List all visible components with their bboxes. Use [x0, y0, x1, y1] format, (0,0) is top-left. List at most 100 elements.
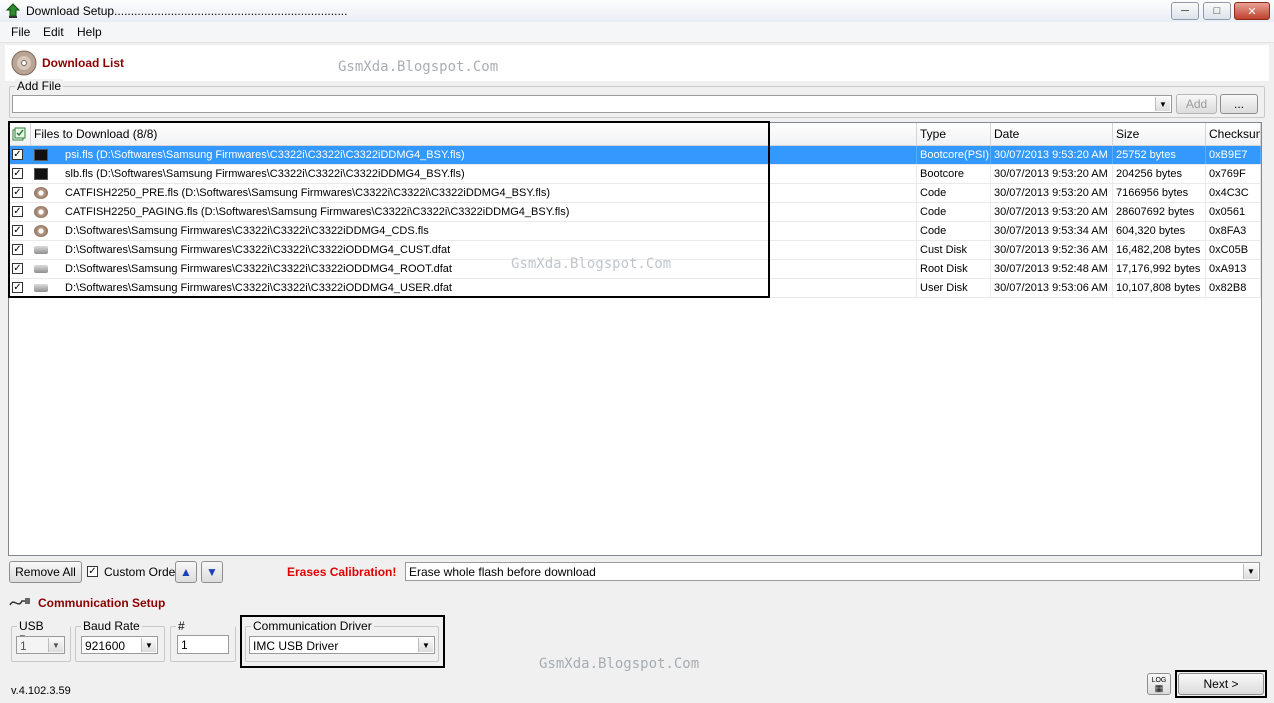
cell-checksum: 0x82B8 — [1206, 279, 1261, 297]
add-file-combo[interactable]: ▼ — [12, 95, 1172, 113]
cell-name: D:\Softwares\Samsung Firmwares\C3322i\C3… — [62, 222, 917, 240]
add-file-label: Add File — [15, 79, 64, 93]
cell-name: CATFISH2250_PAGING.fls (D:\Softwares\Sam… — [62, 203, 917, 221]
chevron-down-icon[interactable]: ▼ — [141, 638, 156, 652]
chevron-down-icon[interactable]: ▼ — [418, 638, 433, 652]
cell-size: 7166956 bytes — [1113, 184, 1206, 202]
channels-value: 1 — [181, 638, 188, 652]
menu-help[interactable]: Help — [77, 25, 102, 39]
maximize-button[interactable]: □ — [1203, 2, 1231, 20]
title-bar: Download Setup..........................… — [0, 0, 1274, 23]
cell-type: User Disk — [917, 279, 991, 297]
remove-all-button[interactable]: Remove All — [9, 561, 82, 583]
menu-file[interactable]: File — [11, 25, 30, 39]
row-checkbox[interactable]: ✓ — [12, 206, 23, 217]
column-type[interactable]: Type — [917, 123, 991, 145]
row-checkbox[interactable]: ✓ — [12, 187, 23, 198]
disc-icon — [34, 187, 48, 199]
drive-icon — [34, 265, 48, 273]
cell-name: slb.fls (D:\Softwares\Samsung Firmwares\… — [62, 165, 917, 183]
check-all-icon[interactable] — [12, 127, 26, 141]
column-files[interactable]: Files to Download (8/8) — [31, 123, 917, 145]
menu-bar: File Edit Help — [0, 22, 1274, 43]
communication-driver-select[interactable]: IMC USB Driver ▼ — [249, 636, 435, 654]
erases-calibration-warning: Erases Calibration! — [287, 565, 397, 579]
cell-date: 30/07/2013 9:53:20 AM — [991, 203, 1113, 221]
row-checkbox[interactable]: ✓ — [12, 168, 23, 179]
baud-rate-value: 921600 — [85, 639, 126, 653]
cell-size: 17,176,992 bytes — [1113, 260, 1206, 278]
chevron-down-icon[interactable]: ▼ — [1155, 97, 1170, 111]
baud-rate-label: Baud Rate — [81, 619, 142, 633]
cell-checksum: 0xB9E7 — [1206, 146, 1261, 164]
cell-type: Code — [917, 203, 991, 221]
files-list[interactable]: Files to Download (8/8) Type Date Size C… — [8, 122, 1262, 556]
custom-order-checkbox[interactable]: ✓ — [87, 566, 98, 577]
move-up-button[interactable]: ▲ — [175, 561, 197, 583]
cell-date: 30/07/2013 9:52:36 AM — [991, 241, 1113, 259]
cell-size: 25752 bytes — [1113, 146, 1206, 164]
cell-type: Bootcore — [917, 165, 991, 183]
baud-rate-select[interactable]: 921600 ▼ — [81, 636, 158, 654]
cell-size: 204256 bytes — [1113, 165, 1206, 183]
row-checkbox[interactable]: ✓ — [12, 244, 23, 255]
chevron-down-icon[interactable]: ▼ — [48, 638, 63, 652]
channels-input[interactable]: 1 — [177, 635, 229, 654]
version-label: v.4.102.3.59 — [11, 685, 71, 697]
table-row[interactable]: ✓ D:\Softwares\Samsung Firmwares\C3322i\C… — [9, 279, 1261, 298]
download-list-header-panel — [5, 45, 1269, 81]
cell-name: CATFISH2250_PRE.fls (D:\Softwares\Samsun… — [62, 184, 917, 202]
next-button[interactable]: Next > — [1178, 673, 1264, 695]
download-list-title: Download List — [42, 56, 124, 70]
window-title: Download Setup..........................… — [26, 4, 348, 18]
cell-type: Code — [917, 184, 991, 202]
browse-button[interactable]: ... — [1220, 94, 1258, 114]
close-icon: ✕ — [1247, 5, 1257, 18]
custom-order-label: Custom Order — [104, 565, 180, 579]
cell-name: D:\Softwares\Samsung Firmwares\C3322i\C3… — [62, 241, 917, 259]
table-row[interactable]: ✓ CATFISH2250_PRE.fls (D:\Softwares\Samsu… — [9, 184, 1261, 203]
column-checksum[interactable]: Checksum — [1206, 123, 1261, 145]
chevron-down-icon[interactable]: ▼ — [1243, 564, 1258, 579]
cell-date: 30/07/2013 9:53:20 AM — [991, 146, 1113, 164]
minimize-button[interactable]: ─ — [1171, 2, 1199, 20]
drive-icon — [34, 284, 48, 292]
log-button[interactable]: LOG ▦ — [1147, 673, 1171, 695]
cell-checksum: 0xC05B — [1206, 241, 1261, 259]
check-all-header[interactable] — [9, 123, 31, 145]
cell-date: 30/07/2013 9:53:34 AM — [991, 222, 1113, 240]
erase-option-value: Erase whole flash before download — [409, 565, 596, 579]
table-row[interactable]: ✓ CATFISH2250_PAGING.fls (D:\Softwares\Sa… — [9, 203, 1261, 222]
column-date[interactable]: Date — [991, 123, 1113, 145]
cell-type: Cust Disk — [917, 241, 991, 259]
table-row[interactable]: ✓ psi.fls (D:\Softwares\Samsung Firmwares… — [9, 146, 1261, 165]
row-checkbox[interactable]: ✓ — [12, 263, 23, 274]
usb-port-select[interactable]: 1 ▼ — [16, 636, 65, 654]
menu-edit[interactable]: Edit — [43, 25, 64, 39]
drive-icon — [34, 246, 48, 254]
watermark-top: GsmXda.Blogspot.Com — [338, 59, 499, 75]
arrow-down-icon: ▼ — [206, 565, 218, 579]
table-row[interactable]: ✓ slb.fls (D:\Softwares\Samsung Firmwares… — [9, 165, 1261, 184]
table-row[interactable]: ✓ D:\Softwares\Samsung Firmwares\C3322i\C… — [9, 222, 1261, 241]
erase-option-select[interactable]: Erase whole flash before download ▼ — [405, 562, 1260, 581]
row-checkbox[interactable]: ✓ — [12, 149, 23, 160]
row-checkbox[interactable]: ✓ — [12, 282, 23, 293]
cell-date: 30/07/2013 9:52:48 AM — [991, 260, 1113, 278]
cell-size: 28607692 bytes — [1113, 203, 1206, 221]
cable-icon — [9, 598, 30, 606]
cell-checksum: 0x8FA3 — [1206, 222, 1261, 240]
row-checkbox[interactable]: ✓ — [12, 225, 23, 236]
cell-size: 604,320 bytes — [1113, 222, 1206, 240]
cell-size: 10,107,808 bytes — [1113, 279, 1206, 297]
cell-type: Bootcore(PSI) — [917, 146, 991, 164]
close-button[interactable]: ✕ — [1234, 2, 1270, 20]
app-icon — [5, 3, 21, 18]
cell-checksum: 0x4C3C — [1206, 184, 1261, 202]
cell-size: 16,482,208 bytes — [1113, 241, 1206, 259]
move-down-button[interactable]: ▼ — [201, 561, 223, 583]
column-size[interactable]: Size — [1113, 123, 1206, 145]
add-button[interactable]: Add — [1176, 94, 1217, 114]
cell-date: 30/07/2013 9:53:20 AM — [991, 184, 1113, 202]
chip-icon — [34, 149, 48, 161]
